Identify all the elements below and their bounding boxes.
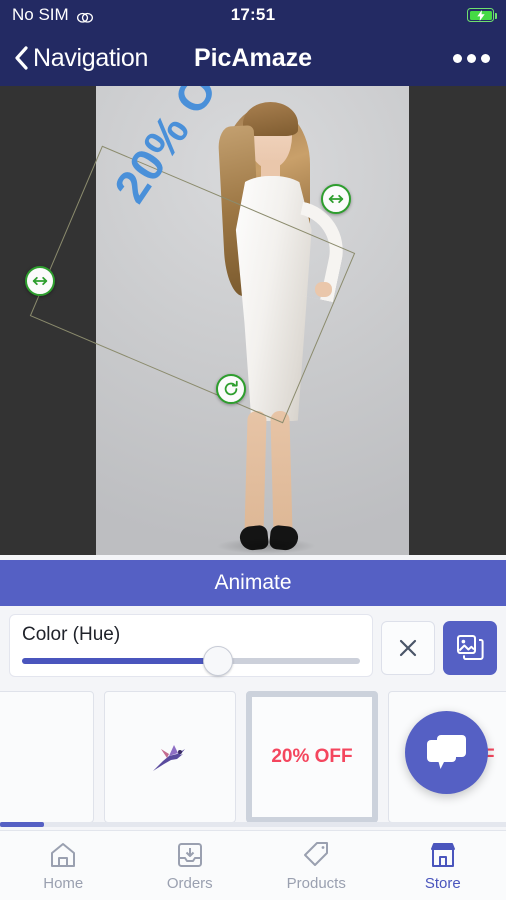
hue-slider-label: Color (Hue) — [22, 624, 121, 645]
tab-label: Products — [286, 874, 346, 892]
gallery-images-icon — [457, 634, 484, 660]
more-horizontal-icon[interactable] — [451, 48, 492, 69]
bottom-tab-bar: Home Orders Products Store — [0, 830, 506, 900]
hue-slider-track[interactable] — [22, 646, 360, 676]
chat-fab-button[interactable] — [405, 711, 488, 794]
hue-slider-thumb[interactable] — [203, 646, 234, 676]
status-bar-right — [467, 8, 497, 22]
status-bar: No SIM 17:51 — [0, 0, 506, 30]
inbox-download-icon — [177, 842, 202, 867]
chevron-left-icon — [14, 45, 29, 71]
adjustment-controls: Color (Hue) — [0, 606, 506, 687]
animate-button[interactable]: Animate — [0, 560, 506, 606]
image-editor-canvas[interactable]: 20% OFF — [0, 86, 506, 555]
back-button[interactable]: Navigation — [14, 44, 148, 73]
tab-label: Orders — [166, 874, 213, 892]
thumbnail-label: 20% OFF — [271, 746, 353, 767]
battery-charging-icon — [467, 8, 497, 22]
list-item[interactable] — [0, 691, 94, 823]
hummingbird-icon — [147, 737, 193, 777]
chat-bubbles-icon — [426, 734, 466, 769]
tab-home[interactable]: Home — [0, 840, 127, 892]
resize-handle-top-right[interactable] — [321, 184, 351, 214]
resize-arrows-icon — [32, 276, 48, 286]
hue-slider-card: Color (Hue) — [9, 614, 373, 677]
tab-label: Store — [424, 874, 461, 892]
thumbnail-scrollbar[interactable] — [0, 822, 506, 827]
clock: 17:51 — [230, 5, 276, 24]
resize-arrows-icon — [328, 194, 344, 204]
tab-label: Home — [43, 874, 84, 892]
rotate-icon — [224, 380, 238, 396]
gallery-button[interactable] — [443, 620, 497, 675]
resize-handle-left[interactable] — [25, 266, 55, 296]
close-panel-button[interactable] — [381, 620, 435, 675]
back-button-label: Navigation — [33, 43, 149, 72]
list-item[interactable] — [104, 691, 236, 823]
tab-store[interactable]: Store — [380, 840, 506, 892]
tab-orders[interactable]: Orders — [127, 840, 254, 892]
tab-products[interactable]: Products — [253, 840, 380, 892]
navigation-bar: Navigation PicAmaze — [0, 30, 506, 86]
tag-icon — [304, 841, 329, 866]
list-item[interactable]: 20% OFF — [246, 691, 378, 823]
app-screen: No SIM 17:51 Navigation PicAmaze 20% OFF… — [0, 0, 506, 900]
close-icon — [399, 639, 417, 656]
storefront-icon — [430, 842, 455, 867]
home-icon — [51, 842, 76, 867]
rotate-handle[interactable] — [216, 374, 246, 404]
hue-slider-fill — [22, 658, 219, 664]
